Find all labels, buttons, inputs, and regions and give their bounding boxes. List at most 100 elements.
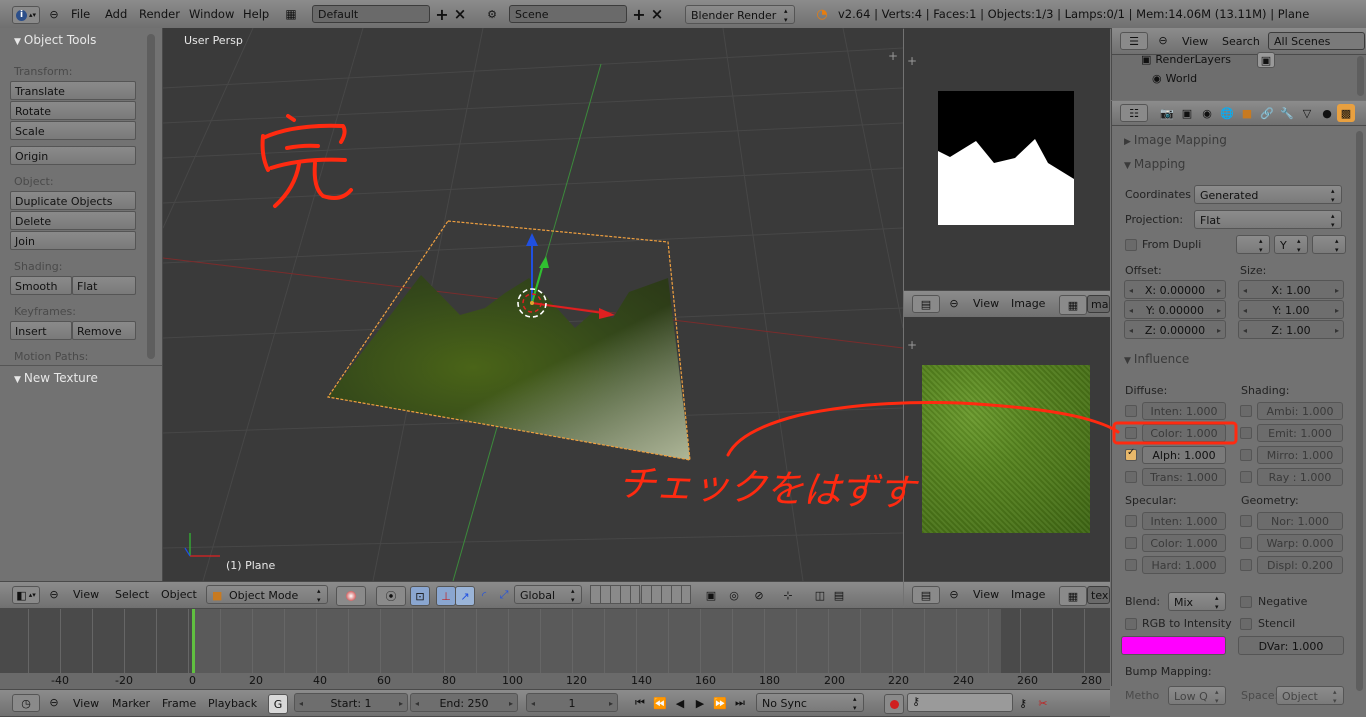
negative-checkbox[interactable] — [1240, 596, 1252, 608]
menu-window[interactable]: Window — [189, 0, 234, 28]
outliner-row-world[interactable]: ◉ World — [1152, 72, 1197, 85]
collapse-menu-icon[interactable]: ⊖ — [48, 696, 60, 709]
tab-scene-icon[interactable]: ◉ — [1198, 104, 1216, 122]
pivot-point-icon[interactable]: ⦿ — [376, 586, 406, 606]
editor-type-image-icon[interactable]: ▤ — [912, 295, 940, 313]
render-opengl-icon[interactable]: ◫ — [811, 586, 829, 604]
tab-layers-icon[interactable]: ▣ — [1178, 104, 1196, 122]
properties-scrollbar[interactable] — [1356, 131, 1363, 691]
new-texture-header[interactable]: ▼ New Texture — [14, 368, 98, 388]
collapse-menu-icon[interactable]: ⊖ — [48, 588, 60, 601]
ambient-field[interactable]: Ambi: 1.000 — [1257, 402, 1343, 420]
add-layout-icon[interactable]: + — [435, 5, 449, 24]
mirror-field[interactable]: Mirro: 1.000 — [1257, 446, 1343, 464]
menu-object[interactable]: Object — [161, 588, 197, 601]
layer-lock-icon[interactable]: ▣ — [702, 586, 720, 604]
proportional-edit-icon[interactable]: ◎ — [725, 586, 743, 604]
jump-start-icon[interactable]: ⏮ — [632, 695, 648, 711]
hardness-field[interactable]: Hard: 1.000 — [1142, 556, 1226, 574]
viewport-shading-icon[interactable] — [336, 586, 366, 606]
offset-x-field[interactable]: ◂ X: 0.00000 ▸ — [1124, 280, 1226, 299]
collapse-menu-icon[interactable]: ⊖ — [48, 8, 60, 21]
rgb-to-intensity-checkbox[interactable] — [1125, 618, 1137, 630]
object-tools-header[interactable]: ▼ Object Tools — [14, 30, 96, 50]
translucency-field[interactable]: Trans: 1.000 — [1142, 468, 1226, 486]
tab-texture-icon[interactable]: ▩ — [1337, 104, 1355, 122]
hardness-checkbox[interactable] — [1125, 559, 1137, 571]
menu-select[interactable]: Select — [115, 588, 149, 601]
diffuse-intensity-checkbox[interactable] — [1125, 405, 1137, 417]
screen-layout-field[interactable]: Default — [312, 5, 430, 23]
screen-layout-icon[interactable]: ▦ — [284, 7, 298, 21]
displace-checkbox[interactable] — [1240, 559, 1252, 571]
auto-keyframe-icon[interactable] — [884, 694, 904, 714]
outliner-scrollbar[interactable] — [1357, 56, 1364, 96]
editor-type-3d-icon[interactable]: ◧ ▴▾ — [12, 586, 40, 604]
menu-image[interactable]: Image — [1011, 588, 1045, 601]
menu-image[interactable]: Image — [1011, 297, 1045, 310]
alpha-checkbox[interactable]: ✓ — [1125, 447, 1137, 461]
layer-buttons-2[interactable] — [641, 585, 691, 604]
scale-manipulator-icon[interactable]: ◜ — [475, 586, 493, 604]
flat-button[interactable]: Flat — [72, 276, 136, 295]
translate-button[interactable]: Translate — [10, 81, 136, 100]
bump-space-dropdown[interactable]: Object — [1276, 686, 1344, 706]
alpha-field[interactable]: Alph: 1.000 — [1142, 446, 1226, 464]
size-y-field[interactable]: ◂ Y: 1.00 ▸ — [1238, 300, 1344, 319]
tab-data-icon[interactable]: ▽ — [1298, 104, 1316, 122]
image-mapping-header[interactable]: ▶ Image Mapping — [1124, 130, 1227, 150]
scale-manipulator-icon-2[interactable]: ⤢ — [495, 586, 513, 604]
render-layers-toggle-icon[interactable]: ▣ — [1257, 52, 1275, 68]
rotate-manipulator-icon[interactable]: ↗ — [455, 586, 475, 606]
play-reverse-icon[interactable]: ◀ — [672, 695, 688, 711]
image-browse-icon[interactable]: ▦ — [1059, 295, 1087, 315]
raymir-field[interactable]: Ray : 1.000 — [1257, 468, 1343, 486]
collapse-menu-icon[interactable]: ⊖ — [1157, 34, 1169, 47]
add-scene-icon[interactable]: + — [632, 5, 646, 24]
info-editor-icon[interactable]: i ▴▾ — [12, 6, 40, 24]
menu-marker[interactable]: Marker — [112, 697, 150, 710]
mapping-header[interactable]: ▼ Mapping — [1124, 154, 1185, 174]
spec-intensity-checkbox[interactable] — [1125, 515, 1137, 527]
keying-set-field[interactable]: ⚷ — [907, 693, 1013, 712]
delete-keyframe-icon[interactable]: ✂ — [1036, 695, 1050, 711]
remove-keyframe-button[interactable]: Remove — [72, 321, 136, 340]
tab-render-icon[interactable]: 📷 — [1158, 104, 1176, 122]
snap-toggle-icon[interactable]: ⊘ — [750, 586, 768, 604]
menu-view[interactable]: View — [1182, 35, 1208, 48]
image-editor-mask[interactable]: + — [904, 28, 1110, 290]
spec-color-field[interactable]: Color: 1.000 — [1142, 534, 1226, 552]
bump-method-dropdown[interactable]: Low Q — [1168, 686, 1226, 706]
jump-end-icon[interactable]: ⏭ — [732, 695, 748, 711]
timeline[interactable]: -40 -20 0 20 40 60 80 100 120 140 160 18… — [0, 608, 1110, 689]
from-dupli-checkbox[interactable] — [1125, 239, 1137, 251]
normal-field[interactable]: Nor: 1.000 — [1257, 512, 1343, 530]
transform-orientation-dropdown[interactable]: Global — [514, 585, 582, 605]
delete-button[interactable]: Delete — [10, 211, 136, 230]
size-x-field[interactable]: ◂ X: 1.00 ▸ — [1238, 280, 1344, 299]
jump-keyframe-back-icon[interactable]: ⏪ — [652, 695, 668, 711]
play-icon[interactable]: ▶ — [692, 695, 708, 711]
join-button[interactable]: Join — [10, 231, 136, 250]
manipulator-toggle-icon[interactable]: ⊡ — [410, 586, 430, 606]
collapse-menu-icon[interactable]: ⊖ — [948, 297, 960, 310]
translate-manipulator-icon[interactable]: ⊥ — [436, 586, 456, 606]
scene-field[interactable]: Scene — [509, 5, 627, 23]
tab-object-icon[interactable]: ■ — [1238, 104, 1256, 122]
map-y-dropdown[interactable]: Y — [1274, 235, 1308, 255]
offset-z-field[interactable]: ◂ Z: 0.00000 ▸ — [1124, 320, 1226, 339]
editor-type-timeline-icon[interactable]: ◷ — [12, 694, 40, 712]
current-frame-line[interactable] — [192, 609, 195, 673]
spec-intensity-field[interactable]: Inten: 1.000 — [1142, 512, 1226, 530]
outliner-scope-field[interactable]: All Scenes — [1268, 32, 1365, 50]
duplicate-objects-button[interactable]: Duplicate Objects — [10, 191, 136, 210]
menu-render[interactable]: Render — [139, 0, 180, 28]
preview-range-icon[interactable]: G — [268, 694, 288, 714]
ambient-checkbox[interactable] — [1240, 405, 1252, 417]
mirror-checkbox[interactable] — [1240, 449, 1252, 461]
rotate-button[interactable]: Rotate — [10, 101, 136, 120]
scene-icon[interactable]: ⚙ — [482, 7, 502, 21]
insert-keyframe-button[interactable]: Insert — [10, 321, 72, 340]
add-region-icon[interactable]: + — [906, 54, 918, 68]
tab-material-icon[interactable]: ● — [1318, 104, 1336, 122]
